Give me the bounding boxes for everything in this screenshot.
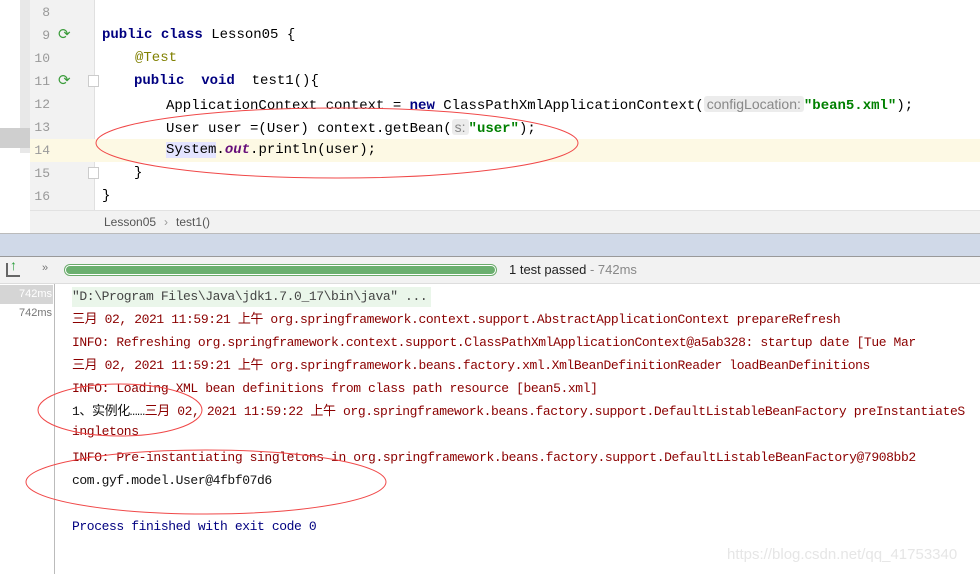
breadcrumb-class[interactable]: Lesson05 — [104, 215, 156, 229]
console-line: INFO: Loading XML bean definitions from … — [72, 381, 598, 396]
breadcrumb-method[interactable]: test1() — [176, 215, 210, 229]
code-editor[interactable]: 8 9 ⟳ public class Lesson05 { 10 @Test 11 ⟳ p… — [0, 0, 980, 233]
test-tree: 742ms 742ms — [0, 284, 55, 574]
console-line: 三月 02, 2021 11:59:21 上午 org.springframew… — [72, 358, 870, 373]
console-line: "D:\Program Files\Java\jdk1.7.0_17\bin\j… — [72, 287, 432, 307]
code-line: 12 ApplicationContext context = new Class… — [34, 96, 914, 114]
test-progress-bar — [64, 264, 497, 276]
code-line: 15} — [34, 165, 143, 181]
console-line: com.gyf.model.User@4fbf07d6 — [72, 473, 272, 488]
code-line: 16} — [34, 188, 111, 204]
fold-icon[interactable] — [88, 75, 99, 87]
breadcrumb: Lesson05 › test1() — [30, 210, 980, 233]
side-strip-marker — [0, 128, 30, 148]
more-icon[interactable]: » — [42, 262, 48, 274]
test-time-selected[interactable]: 742ms — [0, 285, 53, 304]
console-line: INFO: Refreshing org.springframework.con… — [72, 335, 916, 350]
param-hint: configLocation: — [703, 96, 804, 112]
chevron-right-icon: › — [164, 215, 169, 229]
panel-divider[interactable] — [0, 233, 980, 257]
export-icon[interactable]: ↑ — [6, 257, 20, 277]
code-line: 13 User user =(User) context.getBean(s: "u… — [34, 119, 536, 137]
test-time[interactable]: 742ms — [0, 304, 53, 323]
watermark: https://blog.csdn.net/qq_41753340 — [727, 546, 958, 563]
console-line: INFO: Pre-instantiating singletons in or… — [72, 450, 916, 465]
code-line: 8 — [42, 5, 50, 20]
run-toolbar: ↑ » 1 test passed - 742ms — [0, 257, 980, 284]
test-status: 1 test passed - 742ms — [509, 262, 637, 277]
console-line: 三月 02, 2021 11:59:21 上午 org.springframew… — [72, 312, 841, 327]
fold-icon[interactable] — [88, 167, 99, 179]
run-gutter-icon[interactable]: ⟳ — [58, 74, 74, 90]
code-line: 11 ⟳ public void test1(){ — [34, 73, 319, 90]
param-hint: s: — [451, 119, 469, 135]
console-line: 1、实例化……三月 02, 2021 11:59:22 上午 org.sprin… — [72, 404, 965, 439]
code-line-current: 14 System.out.println(user); — [30, 139, 980, 162]
code-line: 9 ⟳ public class Lesson05 { — [42, 27, 296, 44]
console-line: Process finished with exit code 0 — [72, 519, 317, 534]
run-gutter-icon[interactable]: ⟳ — [58, 28, 74, 44]
code-line: 10 @Test — [34, 50, 178, 66]
